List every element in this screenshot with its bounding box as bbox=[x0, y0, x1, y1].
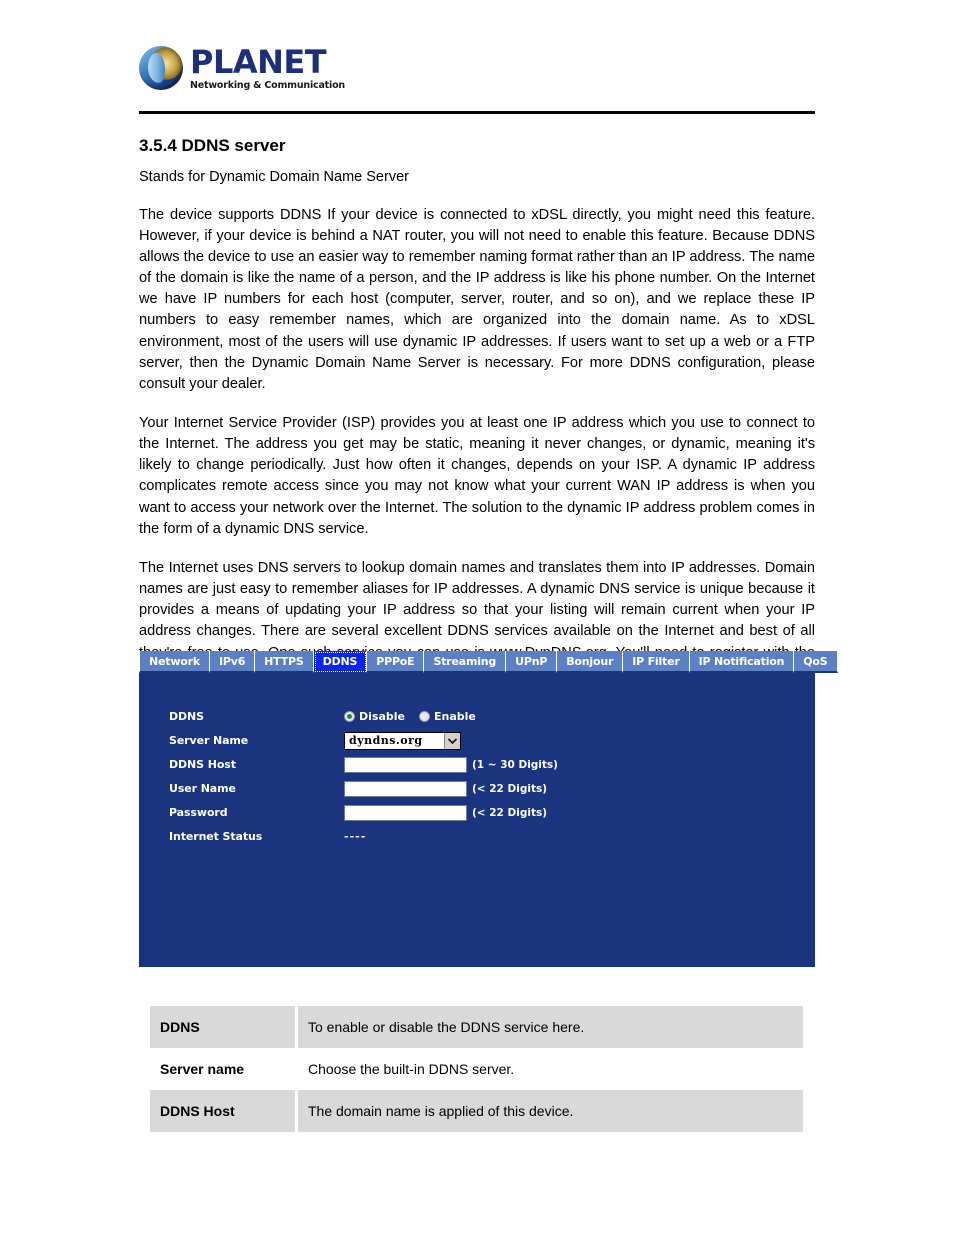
radio-option-disable[interactable]: Disable bbox=[344, 710, 405, 723]
logo-tagline: Networking & Communication bbox=[190, 80, 345, 91]
paragraph-1: The device supports DDNS If your device … bbox=[139, 206, 815, 392]
password-control: (< 22 Digits) bbox=[344, 804, 548, 821]
tab-ddns[interactable]: DDNS bbox=[313, 651, 368, 673]
password-hint: (< 22 Digits) bbox=[472, 806, 548, 819]
tab-network[interactable]: Network bbox=[139, 651, 210, 673]
tab-upnp[interactable]: UPnP bbox=[506, 651, 558, 673]
tab-streaming[interactable]: Streaming bbox=[424, 651, 507, 673]
settings-tabbar: Network IPv6 HTTPS DDNS PPPoE Streaming … bbox=[139, 651, 838, 673]
ddns-host-label: DDNS Host bbox=[169, 758, 236, 771]
document-body: Stands for Dynamic Domain Name Server Th… bbox=[139, 168, 815, 724]
password-label: Password bbox=[169, 806, 228, 819]
form-row-server-name: Server Name dyndns.org bbox=[169, 729, 815, 752]
table-cell-term: Server name bbox=[150, 1048, 298, 1090]
table-cell-definition: The domain name is applied of this devic… bbox=[296, 1090, 803, 1132]
lead-paragraph: Stands for Dynamic Domain Name Server bbox=[139, 169, 409, 185]
user-name-input[interactable] bbox=[344, 780, 467, 797]
table-cell-definition: Choose the built-in DDNS server. bbox=[308, 1061, 515, 1077]
form-row-user-name: User Name (< 22 Digits) bbox=[169, 777, 815, 800]
internet-status-label: Internet Status bbox=[169, 830, 263, 843]
form-row-ddns: DDNS Disable Enable bbox=[169, 705, 815, 728]
ddns-host-control: (1 ~ 30 Digits) bbox=[344, 756, 558, 773]
ddns-radio-group: Disable Enable bbox=[344, 710, 476, 723]
tab-ip-filter[interactable]: IP Filter bbox=[623, 651, 690, 673]
internet-status-control: ---- bbox=[344, 830, 366, 843]
ddns-settings-form: DDNS Disable Enable Server Name dyndns.o… bbox=[139, 681, 815, 848]
page-header: PLANET Networking & Communication bbox=[139, 46, 815, 108]
form-row-internet-status: Internet Status ---- bbox=[169, 825, 815, 848]
radio-disable-icon[interactable] bbox=[344, 711, 355, 722]
table-cell-definition: To enable or disable the DDNS service he… bbox=[296, 1006, 803, 1048]
radio-enable-label: Enable bbox=[433, 710, 476, 723]
field-description-table: DDNS To enable or disable the DDNS servi… bbox=[150, 1006, 803, 1132]
radio-option-enable[interactable]: Enable bbox=[418, 710, 476, 723]
server-name-select[interactable]: dyndns.org bbox=[344, 731, 461, 750]
password-input[interactable] bbox=[344, 804, 467, 821]
server-name-selected-value: dyndns.org bbox=[349, 734, 423, 747]
device-web-ui-screenshot: Network IPv6 HTTPS DDNS PPPoE Streaming … bbox=[139, 651, 838, 967]
document-page: PLANET Networking & Communication 3.5.4 … bbox=[0, 0, 954, 1235]
tab-ipv6[interactable]: IPv6 bbox=[209, 651, 256, 673]
tab-pppoe[interactable]: PPPoE bbox=[367, 651, 425, 673]
form-row-ddns-host: DDNS Host (1 ~ 30 Digits) bbox=[169, 753, 815, 776]
user-name-control: (< 22 Digits) bbox=[344, 780, 548, 797]
ddns-label: DDNS bbox=[169, 710, 204, 723]
planet-logo: PLANET Networking & Communication bbox=[139, 46, 815, 91]
logo-brand-name: PLANET bbox=[190, 43, 327, 81]
radio-enable-icon[interactable] bbox=[418, 711, 430, 722]
chevron-down-icon[interactable] bbox=[444, 732, 460, 749]
tab-ip-notification[interactable]: IP Notification bbox=[689, 651, 795, 673]
tab-https[interactable]: HTTPS bbox=[255, 651, 314, 673]
server-name-control: dyndns.org bbox=[344, 731, 461, 750]
ddns-host-input[interactable] bbox=[344, 756, 467, 773]
user-name-hint: (< 22 Digits) bbox=[472, 782, 548, 795]
form-row-password: Password (< 22 Digits) bbox=[169, 801, 815, 824]
logo-text-block: PLANET Networking & Communication bbox=[190, 46, 345, 91]
server-name-label: Server Name bbox=[169, 734, 249, 747]
tab-qos[interactable]: QoS bbox=[794, 651, 838, 673]
radio-disable-label: Disable bbox=[359, 710, 405, 723]
ddns-host-hint: (1 ~ 30 Digits) bbox=[472, 758, 558, 771]
ddns-radio-control: Disable Enable bbox=[344, 710, 476, 723]
header-divider bbox=[139, 111, 815, 114]
table-row: DDNS To enable or disable the DDNS servi… bbox=[150, 1006, 803, 1048]
internet-status-value: ---- bbox=[344, 830, 367, 843]
user-name-label: User Name bbox=[169, 782, 236, 795]
tabbar-underline bbox=[139, 673, 815, 681]
table-cell-term: DDNS bbox=[150, 1006, 298, 1048]
tab-bonjour[interactable]: Bonjour bbox=[557, 651, 624, 673]
paragraph-2: Your Internet Service Provider (ISP) pro… bbox=[139, 414, 815, 537]
table-row: Server name Choose the built-in DDNS ser… bbox=[150, 1048, 803, 1090]
table-cell-term: DDNS Host bbox=[150, 1090, 298, 1132]
table-row: DDNS Host The domain name is applied of … bbox=[150, 1090, 803, 1132]
page-title: 3.5.4 DDNS server bbox=[139, 136, 286, 155]
globe-icon bbox=[139, 46, 183, 91]
